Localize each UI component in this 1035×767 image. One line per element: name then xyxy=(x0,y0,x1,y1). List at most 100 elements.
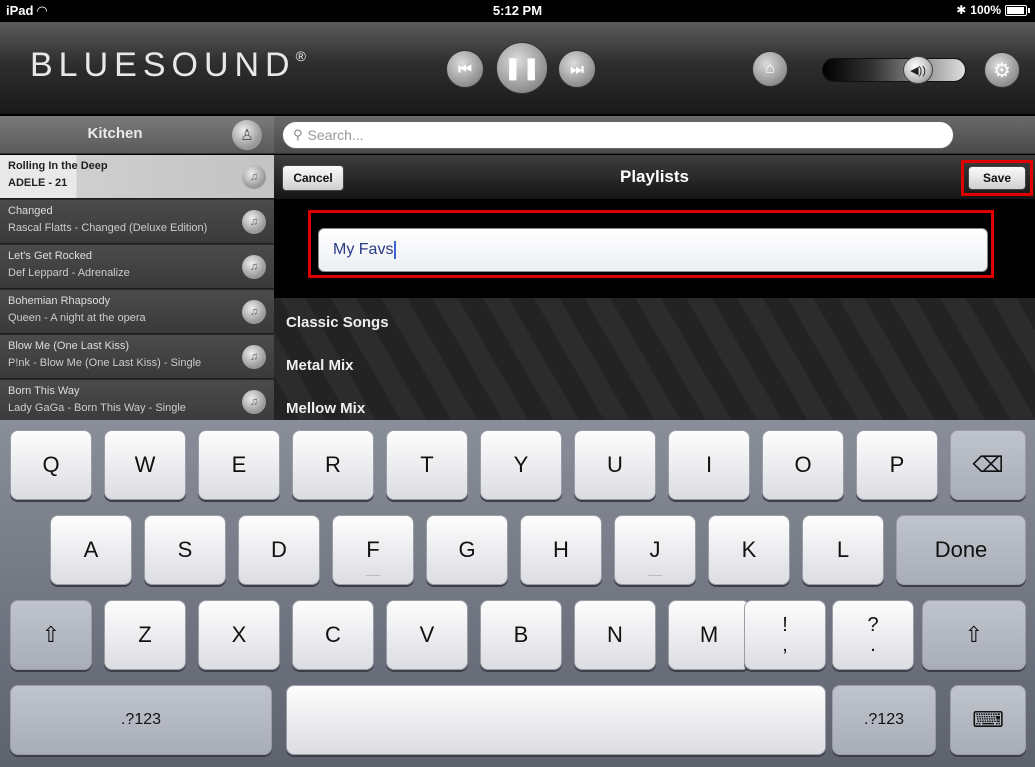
key-a[interactable]: A xyxy=(50,515,132,585)
queue-item[interactable]: Rolling In the Deep ADELE - 21 ♫ xyxy=(0,155,274,199)
hide-keyboard-key[interactable]: ⌨ xyxy=(950,685,1026,755)
bluetooth-icon: ✱ xyxy=(956,3,967,17)
done-key[interactable]: Done xyxy=(896,515,1026,585)
key-exclaim-label: ! xyxy=(782,614,788,636)
key-e[interactable]: E xyxy=(198,430,280,500)
settings-button[interactable]: ⚙ xyxy=(984,52,1020,88)
bluesound-logo: BLUESOUND® xyxy=(30,46,306,84)
playlists-list: Classic Songs Metal Mix Mellow Mix xyxy=(274,298,1035,420)
key-p[interactable]: P xyxy=(856,430,938,500)
zone-header: Kitchen ♙ xyxy=(0,116,274,154)
battery-status: ✱ 100% xyxy=(956,3,1030,17)
text-caret xyxy=(394,241,397,259)
key-question-period[interactable]: ? . xyxy=(832,600,914,670)
volume-knob[interactable]: ◀)) xyxy=(903,56,933,84)
search-icon: ⚲ xyxy=(293,127,303,142)
battery-icon xyxy=(1005,4,1030,16)
playlist-item[interactable]: Classic Songs xyxy=(286,314,389,331)
key-o[interactable]: O xyxy=(762,430,844,500)
queue-item-subtitle: Lady GaGa - Born This Way - Single xyxy=(8,402,186,414)
shift-icon: ⇧ xyxy=(964,622,984,647)
queue-item[interactable]: Blow Me (One Last Kiss) P!nk - Blow Me (… xyxy=(0,335,274,379)
key-r[interactable]: R xyxy=(292,430,374,500)
queue-item-title: Born This Way xyxy=(8,385,80,397)
zone-name: Kitchen xyxy=(87,125,143,142)
shift-icon: ⇧ xyxy=(41,622,61,647)
key-w[interactable]: W xyxy=(104,430,186,500)
previous-track-button[interactable]: ⏮ xyxy=(446,50,484,88)
key-exclaim-comma[interactable]: ! , xyxy=(744,600,826,670)
key-v[interactable]: V xyxy=(386,600,468,670)
keyboard-icon: ⌨ xyxy=(972,707,1004,732)
home-button[interactable]: ⌂ xyxy=(752,51,788,87)
album-art-icon: ♫ xyxy=(242,255,266,279)
key-k[interactable]: K xyxy=(708,515,790,585)
volume-slider[interactable]: ◀)) xyxy=(822,56,966,84)
queue-item[interactable]: Born This Way Lady GaGa - Born This Way … xyxy=(0,380,274,420)
album-art-icon: ♫ xyxy=(242,165,266,189)
queue-item-subtitle: P!nk - Blow Me (One Last Kiss) - Single xyxy=(8,357,202,369)
key-n[interactable]: N xyxy=(574,600,656,670)
queue-item-title: Blow Me (One Last Kiss) xyxy=(8,340,130,352)
space-key[interactable] xyxy=(286,685,826,755)
key-l[interactable]: L xyxy=(802,515,884,585)
key-d[interactable]: D xyxy=(238,515,320,585)
key-j[interactable]: J xyxy=(614,515,696,585)
key-f-label: F xyxy=(366,537,380,562)
key-u[interactable]: U xyxy=(574,430,656,500)
pause-button[interactable]: ❚❚ xyxy=(496,42,548,94)
player-header: BLUESOUND® ⏮ ❚❚ ⏭ ⌂ ◀)) ⚙ xyxy=(0,22,1035,115)
shift-right-key[interactable]: ⇧ xyxy=(922,600,1026,670)
key-z[interactable]: Z xyxy=(104,600,186,670)
album-art-icon: ♫ xyxy=(242,300,266,324)
battery-percent: 100% xyxy=(970,3,1001,17)
key-x[interactable]: X xyxy=(198,600,280,670)
numbers-key-right[interactable]: .?123 xyxy=(832,685,936,755)
play-queue: Rolling In the Deep ADELE - 21 ♫ Changed… xyxy=(0,155,274,420)
key-t[interactable]: T xyxy=(386,430,468,500)
key-y[interactable]: Y xyxy=(480,430,562,500)
playlist-item[interactable]: Metal Mix xyxy=(286,357,354,374)
playlist-item[interactable]: Mellow Mix xyxy=(286,400,365,417)
shift-left-key[interactable]: ⇧ xyxy=(10,600,92,670)
next-track-button[interactable]: ⏭ xyxy=(558,50,596,88)
next-icon: ⏭ xyxy=(570,60,584,78)
queue-item[interactable]: Changed Rascal Flatts - Changed (Deluxe … xyxy=(0,200,274,244)
search-bar: ⚲ Search... xyxy=(274,116,1035,154)
search-input[interactable]: ⚲ Search... xyxy=(282,121,954,149)
backspace-key[interactable]: ⌫ xyxy=(950,430,1026,500)
queue-item-title: Changed xyxy=(8,205,53,217)
key-i[interactable]: I xyxy=(668,430,750,500)
album-art-icon: ♫ xyxy=(242,390,266,414)
album-art-icon: ♫ xyxy=(242,210,266,234)
playlist-name-value: My Favs xyxy=(333,241,394,258)
queue-item-subtitle: ADELE - 21 xyxy=(8,177,68,189)
key-s[interactable]: S xyxy=(144,515,226,585)
save-button[interactable]: Save xyxy=(968,166,1026,190)
onscreen-keyboard: Q W E R T Y U I O P ⌫ A S D F G H J K L … xyxy=(0,420,1035,767)
queue-item-subtitle: Def Leppard - Adrenalize xyxy=(8,267,130,279)
queue-item-subtitle: Queen - A night at the opera xyxy=(8,312,146,324)
queue-item[interactable]: Bohemian Rhapsody Queen - A night at the… xyxy=(0,290,274,334)
key-question-label: ? xyxy=(867,614,879,636)
key-c[interactable]: C xyxy=(292,600,374,670)
queue-item-title: Rolling In the Deep xyxy=(8,160,108,172)
page-title: Playlists xyxy=(620,167,689,186)
queue-item[interactable]: Let's Get Rocked Def Leppard - Adrenaliz… xyxy=(0,245,274,289)
numbers-key-left[interactable]: .?123 xyxy=(10,685,272,755)
key-h[interactable]: H xyxy=(520,515,602,585)
queue-item-subtitle: Rascal Flatts - Changed (Deluxe Edition) xyxy=(8,222,208,234)
playlist-name-field[interactable]: My Favs xyxy=(318,228,988,272)
queue-item-title: Let's Get Rocked xyxy=(8,250,93,262)
gear-icon: ⚙ xyxy=(993,59,1011,82)
key-b[interactable]: B xyxy=(480,600,562,670)
album-art-icon: ♫ xyxy=(242,345,266,369)
key-q[interactable]: Q xyxy=(10,430,92,500)
key-m[interactable]: M xyxy=(668,600,750,670)
zone-select-button[interactable]: ♙ xyxy=(232,120,262,150)
home-icon: ⌂ xyxy=(765,60,775,77)
playlist-name-area: My Favs xyxy=(274,200,1035,298)
key-g[interactable]: G xyxy=(426,515,508,585)
key-f[interactable]: F xyxy=(332,515,414,585)
save-button-highlight: Save xyxy=(961,160,1033,196)
